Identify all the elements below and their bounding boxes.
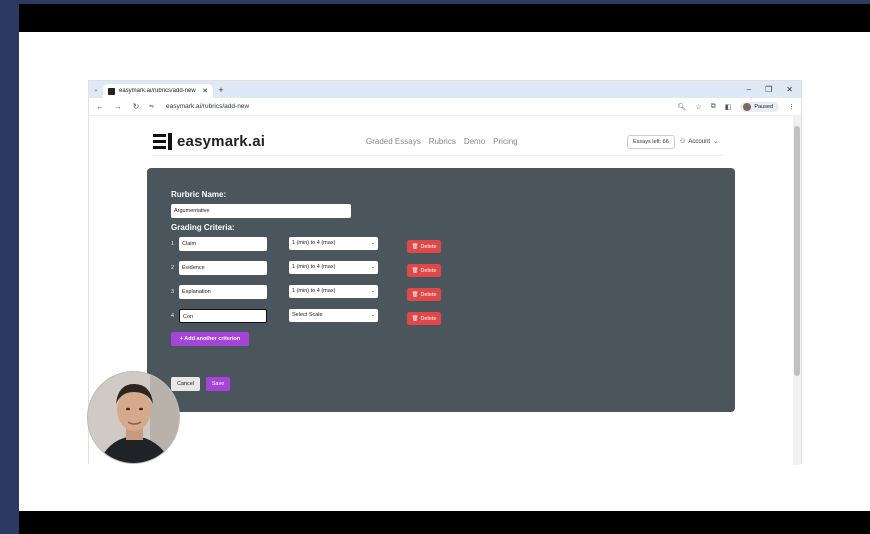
scale-select[interactable]: 1 (min) to 4 (max) ⌄ bbox=[289, 285, 378, 298]
nav-rubrics[interactable]: Rubrics bbox=[429, 137, 456, 146]
browser-tab[interactable]: easymark.ai/rubrics/add-new ✕ bbox=[103, 84, 213, 98]
site-logo[interactable]: easymark.ai bbox=[153, 133, 265, 150]
chevron-down-icon: ⌄ bbox=[370, 288, 375, 294]
criterion-row: 1 Claim bbox=[171, 236, 267, 252]
video-frame-top bbox=[0, 0, 870, 4]
criterion-number: 1 bbox=[171, 241, 175, 247]
criterion-row: 4 Con bbox=[171, 308, 267, 324]
back-icon[interactable]: ← bbox=[95, 102, 105, 111]
page-scrollbar[interactable] bbox=[793, 116, 801, 465]
trash-icon: 🗑︎ bbox=[411, 291, 419, 298]
menu-kebab-icon[interactable]: ⋮ bbox=[788, 103, 795, 111]
delete-label: Delete bbox=[420, 315, 437, 322]
logo-icon bbox=[153, 133, 172, 150]
chevron-down-icon: ⌄ bbox=[713, 139, 719, 145]
scale-value: 1 (min) to 4 (max) bbox=[292, 240, 336, 246]
main-nav: Graded Essays Rubrics Demo Pricing bbox=[366, 137, 518, 146]
profile-button[interactable]: Paused bbox=[740, 101, 779, 112]
delete-button[interactable]: 🗑︎ Delete bbox=[407, 288, 441, 301]
rubric-form-card: Rurbric Name: Argumentative Grading Crit… bbox=[147, 168, 735, 412]
nav-demo[interactable]: Demo bbox=[464, 137, 485, 146]
tab-title: easymark.ai/rubrics/add-new bbox=[119, 88, 196, 94]
chevron-down-icon: ⌄ bbox=[370, 264, 375, 270]
grading-criteria-label: Grading Criteria: bbox=[171, 223, 235, 232]
favicon-icon bbox=[108, 87, 115, 95]
account-label: Account bbox=[688, 138, 711, 145]
scale-select[interactable]: Select Scale ⌄ bbox=[289, 309, 378, 322]
logo-text: easymark.ai bbox=[177, 133, 266, 150]
cancel-button[interactable]: Cancel bbox=[171, 377, 200, 391]
scale-value: Select Scale bbox=[292, 312, 323, 318]
chevron-down-icon: ⌄ bbox=[370, 240, 375, 246]
criterion-number: 2 bbox=[171, 265, 175, 271]
window-close-icon[interactable]: ✕ bbox=[786, 85, 793, 94]
criterion-name-input[interactable]: Con bbox=[179, 309, 267, 323]
criterion-row: 3 Explanation bbox=[171, 284, 267, 300]
nav-graded-essays[interactable]: Graded Essays bbox=[366, 137, 421, 146]
avatar bbox=[743, 102, 752, 111]
maximize-icon[interactable]: ❐ bbox=[765, 85, 772, 94]
rubric-name-label: Rurbric Name: bbox=[171, 190, 227, 199]
bookmark-star-icon[interactable]: ☆ bbox=[695, 103, 701, 111]
video-frame-left bbox=[0, 0, 19, 534]
scroll-thumb[interactable] bbox=[794, 126, 800, 376]
presenter-face-image bbox=[88, 372, 179, 463]
tab-bar: ⌄ easymark.ai/rubrics/add-new ✕ + – ❐ ✕ bbox=[89, 81, 801, 98]
rubric-name-input[interactable]: Argumentative bbox=[171, 204, 351, 218]
account-menu[interactable]: ⚇ Account ⌄ bbox=[680, 138, 719, 146]
profile-status: Paused bbox=[754, 103, 773, 110]
add-criterion-button[interactable]: + Add another criterion bbox=[171, 332, 249, 346]
trash-icon: 🗑︎ bbox=[411, 315, 419, 322]
criterion-number: 3 bbox=[171, 289, 175, 295]
scale-select[interactable]: 1 (min) to 4 (max) ⌄ bbox=[289, 261, 378, 274]
close-icon[interactable]: ✕ bbox=[202, 87, 208, 95]
chevron-down-icon: ⌄ bbox=[370, 312, 375, 318]
nav-pricing[interactable]: Pricing bbox=[493, 137, 517, 146]
scale-value: 1 (min) to 4 (max) bbox=[292, 288, 336, 294]
trash-icon: 🗑︎ bbox=[411, 267, 419, 274]
criterion-name-input[interactable]: Claim bbox=[179, 237, 267, 251]
save-button[interactable]: Save bbox=[206, 377, 230, 391]
sidepanel-icon[interactable]: ◧ bbox=[725, 103, 732, 111]
criterion-name-input[interactable]: Evidence bbox=[179, 261, 267, 275]
new-tab-icon[interactable]: + bbox=[213, 85, 229, 95]
trash-icon: 🗑︎ bbox=[411, 243, 419, 250]
extensions-icon[interactable]: ⧉ bbox=[711, 103, 716, 111]
minimize-icon[interactable]: – bbox=[747, 85, 751, 94]
delete-button[interactable]: 🗑︎ Delete bbox=[407, 240, 441, 253]
page-content: easymark.ai Graded Essays Rubrics Demo P… bbox=[89, 116, 795, 465]
delete-button[interactable]: 🗑︎ Delete bbox=[407, 312, 441, 325]
scale-value: 1 (min) to 4 (max) bbox=[292, 264, 336, 270]
browser-toolbar: ← → ↻ ⇋ easymark.ai/rubrics/add-new 🔍︎ ☆… bbox=[89, 98, 801, 116]
delete-label: Delete bbox=[420, 291, 437, 298]
reload-icon[interactable]: ↻ bbox=[131, 102, 141, 111]
essays-left-badge: Essays left: 66 bbox=[627, 134, 675, 149]
scale-select[interactable]: 1 (min) to 4 (max) ⌄ bbox=[289, 237, 378, 250]
forward-icon[interactable]: → bbox=[113, 102, 123, 111]
site-info-icon[interactable]: ⇋ bbox=[149, 103, 154, 110]
site-header: easymark.ai Graded Essays Rubrics Demo P… bbox=[153, 128, 723, 156]
address-bar[interactable]: easymark.ai/rubrics/add-new bbox=[166, 103, 249, 110]
tab-search-icon[interactable]: ⌄ bbox=[89, 86, 103, 93]
user-icon: ⚇ bbox=[680, 139, 686, 145]
delete-button[interactable]: 🗑︎ Delete bbox=[407, 264, 441, 277]
zoom-icon[interactable]: 🔍︎ bbox=[678, 103, 687, 111]
browser-window: ⌄ easymark.ai/rubrics/add-new ✕ + – ❐ ✕ … bbox=[88, 80, 802, 465]
criterion-number: 4 bbox=[171, 313, 175, 319]
delete-label: Delete bbox=[420, 243, 437, 250]
criterion-name-input[interactable]: Explanation bbox=[179, 285, 267, 299]
webcam-overlay bbox=[87, 371, 180, 464]
delete-label: Delete bbox=[420, 267, 437, 274]
criterion-row: 2 Evidence bbox=[171, 260, 267, 276]
